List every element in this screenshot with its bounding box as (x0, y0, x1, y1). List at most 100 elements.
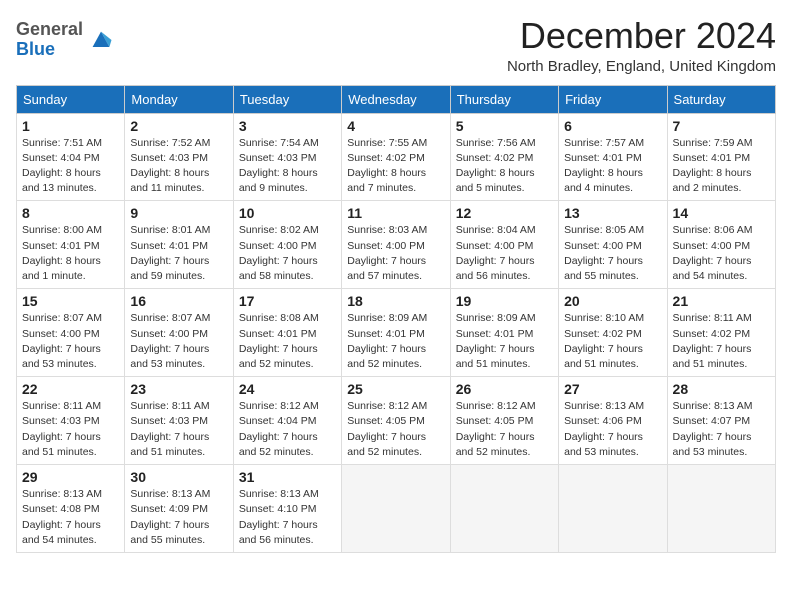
day-number: 28 (673, 381, 770, 397)
day-info: Sunrise: 7:54 AMSunset: 4:03 PMDaylight:… (239, 136, 336, 197)
calendar-cell: 4 Sunrise: 7:55 AMSunset: 4:02 PMDaylight… (342, 113, 450, 201)
day-number: 23 (130, 381, 227, 397)
day-number: 5 (456, 118, 553, 134)
calendar-cell: 30 Sunrise: 8:13 AMSunset: 4:09 PMDayligh… (125, 465, 233, 553)
calendar-cell: 5 Sunrise: 7:56 AMSunset: 4:02 PMDaylight… (450, 113, 558, 201)
calendar-cell: 13Sunrise: 8:05 AMSunset: 4:00 PMDayligh… (559, 201, 667, 289)
day-info: Sunrise: 8:13 AMSunset: 4:09 PMDaylight:… (130, 487, 227, 548)
day-info: Sunrise: 8:04 AMSunset: 4:00 PMDaylight:… (456, 223, 553, 284)
day-number: 29 (22, 469, 119, 485)
calendar-cell: 29 Sunrise: 8:13 AMSunset: 4:08 PMDayligh… (17, 465, 125, 553)
calendar-cell: 14 Sunrise: 8:06 AMSunset: 4:00 PMDayligh… (667, 201, 775, 289)
calendar-cell: 7Sunrise: 7:59 AMSunset: 4:01 PMDaylight… (667, 113, 775, 201)
logo-general: General (16, 19, 83, 39)
day-number: 30 (130, 469, 227, 485)
day-number: 2 (130, 118, 227, 134)
day-number: 3 (239, 118, 336, 134)
day-number: 22 (22, 381, 119, 397)
calendar-cell (342, 465, 450, 553)
day-number: 12 (456, 205, 553, 221)
calendar-cell: 20Sunrise: 8:10 AMSunset: 4:02 PMDayligh… (559, 289, 667, 377)
calendar-cell: 19 Sunrise: 8:09 AMSunset: 4:01 PMDayligh… (450, 289, 558, 377)
week-row-3: 15 Sunrise: 8:07 AMSunset: 4:00 PMDayligh… (17, 289, 776, 377)
day-info: Sunrise: 8:05 AMSunset: 4:00 PMDaylight:… (564, 223, 661, 284)
day-number: 26 (456, 381, 553, 397)
week-row-4: 22 Sunrise: 8:11 AMSunset: 4:03 PMDayligh… (17, 377, 776, 465)
day-info: Sunrise: 8:12 AMSunset: 4:05 PMDaylight:… (347, 399, 444, 460)
day-info: Sunrise: 8:10 AMSunset: 4:02 PMDaylight:… (564, 311, 661, 372)
col-header-monday: Monday (125, 85, 233, 113)
logo-blue: Blue (16, 39, 55, 59)
day-number: 10 (239, 205, 336, 221)
calendar-cell: 6 Sunrise: 7:57 AMSunset: 4:01 PMDaylight… (559, 113, 667, 201)
calendar-cell: 16 Sunrise: 8:07 AMSunset: 4:00 PMDayligh… (125, 289, 233, 377)
day-info: Sunrise: 8:13 AMSunset: 4:08 PMDaylight:… (22, 487, 119, 548)
day-info: Sunrise: 8:09 AMSunset: 4:01 PMDaylight:… (456, 311, 553, 372)
day-number: 11 (347, 205, 444, 221)
day-number: 6 (564, 118, 661, 134)
calendar-cell: 11 Sunrise: 8:03 AMSunset: 4:00 PMDayligh… (342, 201, 450, 289)
day-number: 14 (673, 205, 770, 221)
calendar-cell: 23 Sunrise: 8:11 AMSunset: 4:03 PMDayligh… (125, 377, 233, 465)
col-header-saturday: Saturday (667, 85, 775, 113)
calendar-cell: 21 Sunrise: 8:11 AMSunset: 4:02 PMDayligh… (667, 289, 775, 377)
day-info: Sunrise: 8:07 AMSunset: 4:00 PMDaylight:… (22, 311, 119, 372)
logo-icon (87, 26, 115, 54)
day-number: 8 (22, 205, 119, 221)
calendar-cell: 1Sunrise: 7:51 AMSunset: 4:04 PMDaylight… (17, 113, 125, 201)
day-number: 24 (239, 381, 336, 397)
calendar-cell (667, 465, 775, 553)
calendar-cell: 2 Sunrise: 7:52 AMSunset: 4:03 PMDaylight… (125, 113, 233, 201)
col-header-sunday: Sunday (17, 85, 125, 113)
day-number: 9 (130, 205, 227, 221)
day-info: Sunrise: 7:59 AMSunset: 4:01 PMDaylight:… (673, 136, 770, 197)
day-number: 27 (564, 381, 661, 397)
day-info: Sunrise: 8:13 AMSunset: 4:06 PMDaylight:… (564, 399, 661, 460)
day-info: Sunrise: 8:02 AMSunset: 4:00 PMDaylight:… (239, 223, 336, 284)
calendar-cell (450, 465, 558, 553)
calendar-cell: 22 Sunrise: 8:11 AMSunset: 4:03 PMDayligh… (17, 377, 125, 465)
day-info: Sunrise: 8:09 AMSunset: 4:01 PMDaylight:… (347, 311, 444, 372)
day-number: 19 (456, 293, 553, 309)
day-info: Sunrise: 8:00 AMSunset: 4:01 PMDaylight:… (22, 223, 119, 284)
day-number: 16 (130, 293, 227, 309)
day-info: Sunrise: 7:57 AMSunset: 4:01 PMDaylight:… (564, 136, 661, 197)
day-number: 4 (347, 118, 444, 134)
day-info: Sunrise: 8:11 AMSunset: 4:03 PMDaylight:… (22, 399, 119, 460)
week-row-2: 8 Sunrise: 8:00 AMSunset: 4:01 PMDaylight… (17, 201, 776, 289)
day-number: 31 (239, 469, 336, 485)
day-info: Sunrise: 8:11 AMSunset: 4:02 PMDaylight:… (673, 311, 770, 372)
calendar-cell: 27 Sunrise: 8:13 AMSunset: 4:06 PMDayligh… (559, 377, 667, 465)
calendar-cell: 8 Sunrise: 8:00 AMSunset: 4:01 PMDaylight… (17, 201, 125, 289)
col-header-tuesday: Tuesday (233, 85, 341, 113)
header: General Blue December 2024 North Bradley… (16, 16, 776, 75)
calendar-cell: 26 Sunrise: 8:12 AMSunset: 4:05 PMDayligh… (450, 377, 558, 465)
day-info: Sunrise: 8:11 AMSunset: 4:03 PMDaylight:… (130, 399, 227, 460)
day-number: 25 (347, 381, 444, 397)
day-info: Sunrise: 8:07 AMSunset: 4:00 PMDaylight:… (130, 311, 227, 372)
day-info: Sunrise: 8:12 AMSunset: 4:05 PMDaylight:… (456, 399, 553, 460)
day-info: Sunrise: 7:56 AMSunset: 4:02 PMDaylight:… (456, 136, 553, 197)
title-area: December 2024 North Bradley, England, Un… (507, 16, 776, 75)
day-info: Sunrise: 8:13 AMSunset: 4:10 PMDaylight:… (239, 487, 336, 548)
calendar: SundayMondayTuesdayWednesdayThursdayFrid… (16, 85, 776, 553)
calendar-cell: 15 Sunrise: 8:07 AMSunset: 4:00 PMDayligh… (17, 289, 125, 377)
day-number: 18 (347, 293, 444, 309)
day-number: 1 (22, 118, 119, 134)
calendar-cell: 18 Sunrise: 8:09 AMSunset: 4:01 PMDayligh… (342, 289, 450, 377)
day-info: Sunrise: 8:03 AMSunset: 4:00 PMDaylight:… (347, 223, 444, 284)
calendar-cell: 12 Sunrise: 8:04 AMSunset: 4:00 PMDayligh… (450, 201, 558, 289)
calendar-cell: 17Sunrise: 8:08 AMSunset: 4:01 PMDayligh… (233, 289, 341, 377)
day-number: 15 (22, 293, 119, 309)
day-number: 21 (673, 293, 770, 309)
day-info: Sunrise: 8:06 AMSunset: 4:00 PMDaylight:… (673, 223, 770, 284)
week-row-5: 29 Sunrise: 8:13 AMSunset: 4:08 PMDayligh… (17, 465, 776, 553)
header-row: SundayMondayTuesdayWednesdayThursdayFrid… (17, 85, 776, 113)
day-info: Sunrise: 8:01 AMSunset: 4:01 PMDaylight:… (130, 223, 227, 284)
day-info: Sunrise: 8:13 AMSunset: 4:07 PMDaylight:… (673, 399, 770, 460)
calendar-cell (559, 465, 667, 553)
day-info: Sunrise: 7:52 AMSunset: 4:03 PMDaylight:… (130, 136, 227, 197)
logo: General Blue (16, 20, 115, 60)
calendar-cell: 31 Sunrise: 8:13 AMSunset: 4:10 PMDayligh… (233, 465, 341, 553)
day-info: Sunrise: 7:55 AMSunset: 4:02 PMDaylight:… (347, 136, 444, 197)
